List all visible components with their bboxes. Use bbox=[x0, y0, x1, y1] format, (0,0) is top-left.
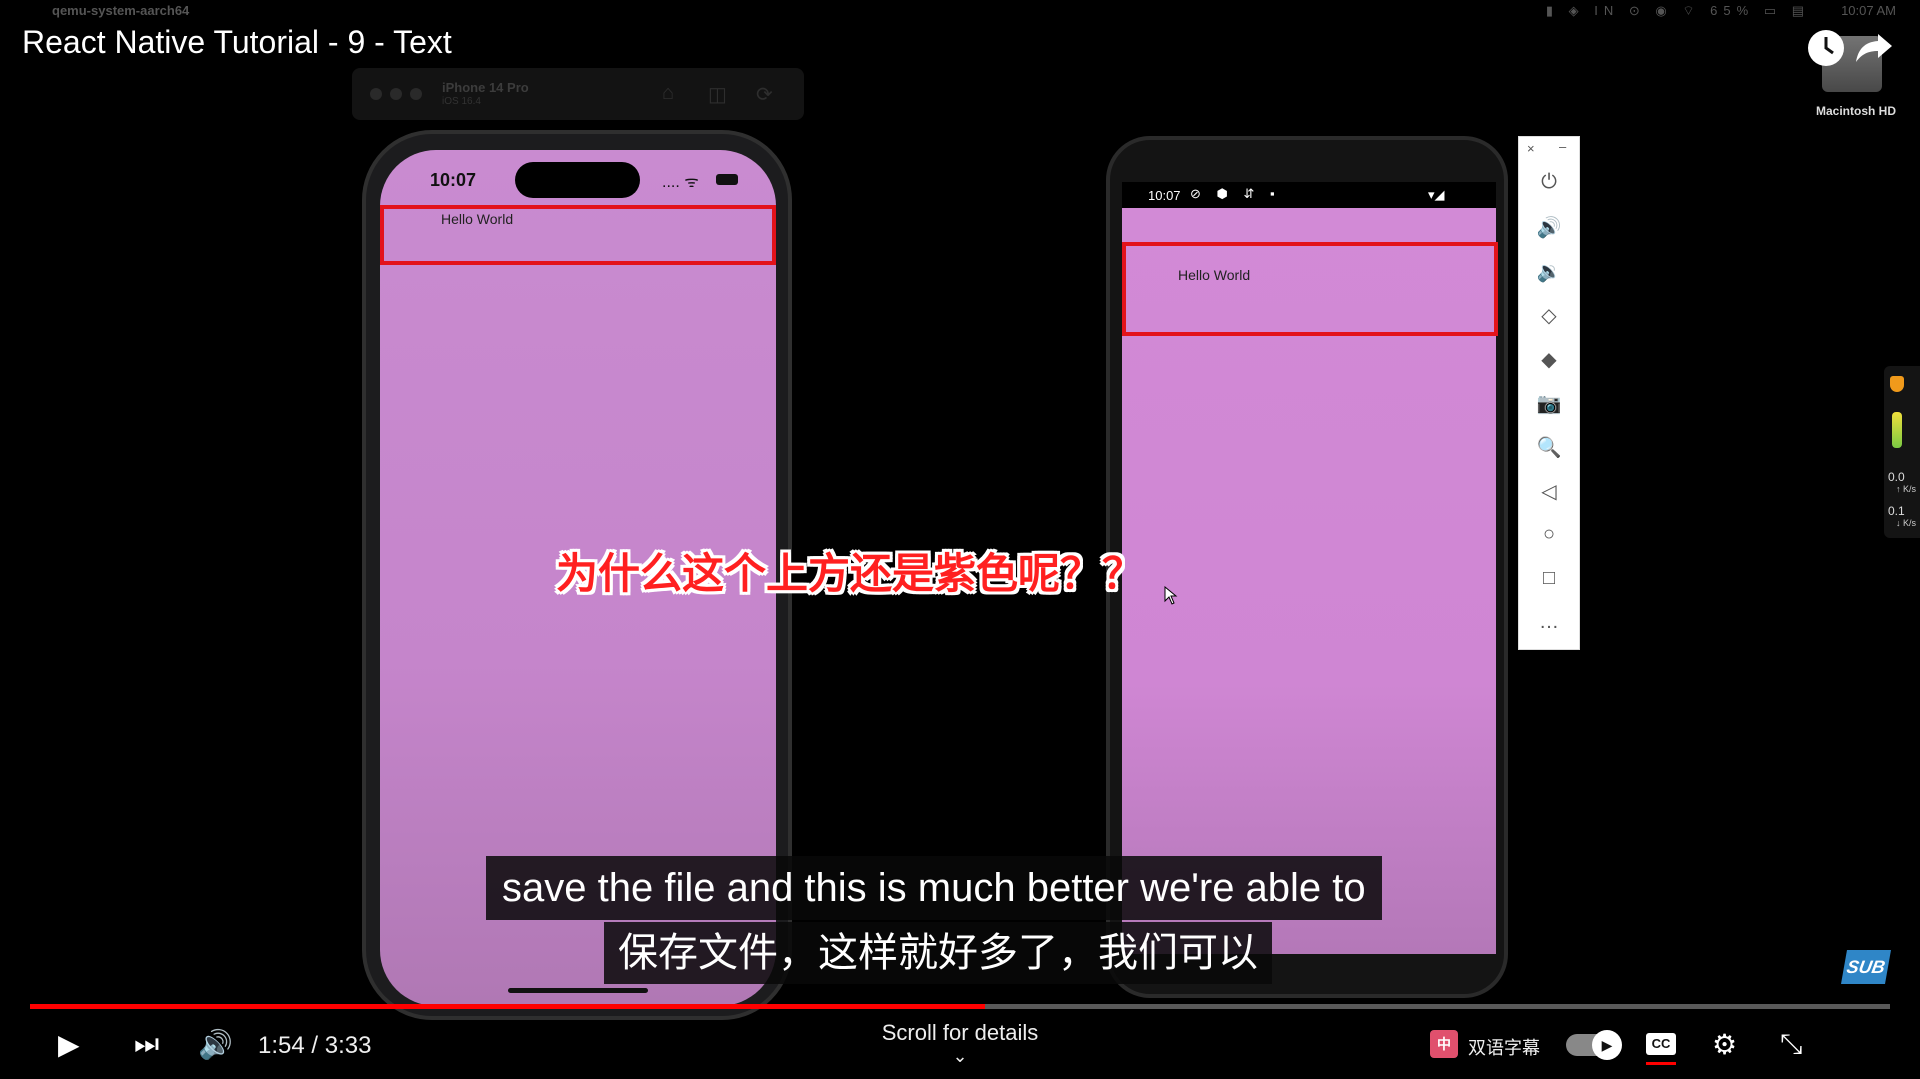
zoom-icon[interactable]: 🔍 bbox=[1519, 435, 1579, 460]
android-status-time: 10:07 bbox=[1148, 188, 1181, 203]
minimize-icon[interactable]: – bbox=[1559, 139, 1566, 154]
video-title[interactable]: React Native Tutorial - 9 - Text bbox=[22, 24, 452, 61]
mac-menubar: qemu-system-aarch64 ▮ ◈ IN ⊙ ◉ ⌔ 65% ▭ ▤… bbox=[0, 0, 1920, 22]
level-bar bbox=[1892, 412, 1902, 448]
share-icon bbox=[1856, 34, 1892, 62]
share-button[interactable] bbox=[1852, 26, 1896, 70]
download-unit: ↓ K/s bbox=[1896, 518, 1917, 528]
window-dot[interactable] bbox=[390, 88, 402, 100]
home-indicator bbox=[508, 988, 648, 993]
scroll-for-details[interactable]: Scroll for details bbox=[0, 1020, 1920, 1046]
chevron-down-icon[interactable]: ⌄ bbox=[0, 1046, 1920, 1067]
screenshot-icon[interactable]: ◫ bbox=[708, 82, 727, 107]
sub-badge: SUB bbox=[1841, 950, 1891, 984]
autoplay-icon[interactable]: ▶ bbox=[1592, 1030, 1622, 1060]
highlight-box bbox=[1122, 242, 1498, 336]
bilingual-subtitle-icon[interactable]: 中 bbox=[1430, 1030, 1458, 1058]
simulator-device-name: iPhone 14 Pro bbox=[442, 80, 529, 95]
clock-icon bbox=[1808, 30, 1844, 66]
menubar-clock: 10:07 AM bbox=[1841, 3, 1896, 18]
mouse-cursor-icon bbox=[1164, 586, 1178, 605]
volume-up-icon[interactable]: 🔊 bbox=[1519, 215, 1579, 240]
power-icon[interactable]: ⏻ bbox=[1519, 171, 1579, 194]
camera-icon[interactable]: 📷 bbox=[1519, 391, 1579, 416]
simulator-ios-version: iOS 16.4 bbox=[442, 96, 481, 107]
more-icon[interactable]: … bbox=[1519, 611, 1579, 634]
rotate-icon[interactable]: ⟳ bbox=[756, 82, 773, 107]
overview-icon[interactable]: □ bbox=[1519, 567, 1579, 590]
annotation-text: 为什么这个上方还是紫色呢？？ bbox=[556, 550, 1145, 597]
drive-label: Macintosh HD bbox=[1815, 104, 1896, 118]
upload-speed: 0.0 bbox=[1888, 470, 1905, 484]
back-icon[interactable]: ◁ bbox=[1519, 479, 1579, 504]
captions-active-indicator bbox=[1646, 1062, 1676, 1065]
menubar-app-name: qemu-system-aarch64 bbox=[52, 3, 190, 18]
captions-button[interactable]: CC bbox=[1646, 1033, 1676, 1055]
ios-status-time: 10:07 bbox=[430, 170, 477, 190]
progress-played bbox=[30, 1004, 986, 1009]
dynamic-island bbox=[515, 162, 640, 198]
ios-status-icons: .... ᯤ bbox=[662, 174, 699, 191]
upload-unit: ↑ K/s bbox=[1896, 484, 1917, 494]
highlight-box bbox=[380, 205, 776, 265]
exit-fullscreen-button[interactable]: ⤡ bbox=[1780, 1028, 1802, 1061]
close-icon[interactable]: × bbox=[1527, 141, 1535, 156]
wifi-signal-icon: ▾◢ bbox=[1428, 187, 1445, 202]
download-speed: 0.1 bbox=[1888, 504, 1905, 518]
settings-button[interactable]: ⚙ bbox=[1712, 1028, 1737, 1061]
android-status-icons: ⊘ ⬢ ⇵ ▪ bbox=[1190, 186, 1281, 201]
emulator-control-panel: × – ⏻ 🔊 🔉 ◇ ◆ 📷 🔍 ◁ ○ □ … bbox=[1518, 136, 1580, 650]
rotate-left-icon[interactable]: ◇ bbox=[1519, 303, 1579, 328]
caption-english: save the file and this is much better we… bbox=[486, 856, 1382, 920]
rotate-right-icon[interactable]: ◆ bbox=[1519, 347, 1579, 372]
volume-down-icon[interactable]: 🔉 bbox=[1519, 259, 1579, 284]
gear-icon: ⚙ bbox=[1712, 1029, 1738, 1060]
menubar-tray-icons: ▮ ◈ IN ⊙ ◉ ⌔ 65% ▭ ▤ bbox=[1545, 3, 1810, 18]
caption-chinese: 保存文件，这样就好多了，我们可以 bbox=[604, 922, 1272, 984]
watch-later-button[interactable] bbox=[1804, 26, 1848, 70]
simulator-toolbar: iPhone 14 Pro iOS 16.4 ⌂ ◫ ⟳ bbox=[352, 68, 804, 120]
battery-icon bbox=[716, 174, 738, 185]
window-dot[interactable] bbox=[410, 88, 422, 100]
home-circle-icon[interactable]: ○ bbox=[1519, 523, 1579, 546]
window-dot[interactable] bbox=[370, 88, 382, 100]
shield-icon bbox=[1890, 376, 1904, 392]
bilingual-subtitle-label[interactable]: 双语字幕 bbox=[1468, 1034, 1540, 1060]
home-icon[interactable]: ⌂ bbox=[662, 82, 674, 105]
exit-fullscreen-icon: ⤡ bbox=[1780, 1028, 1803, 1059]
